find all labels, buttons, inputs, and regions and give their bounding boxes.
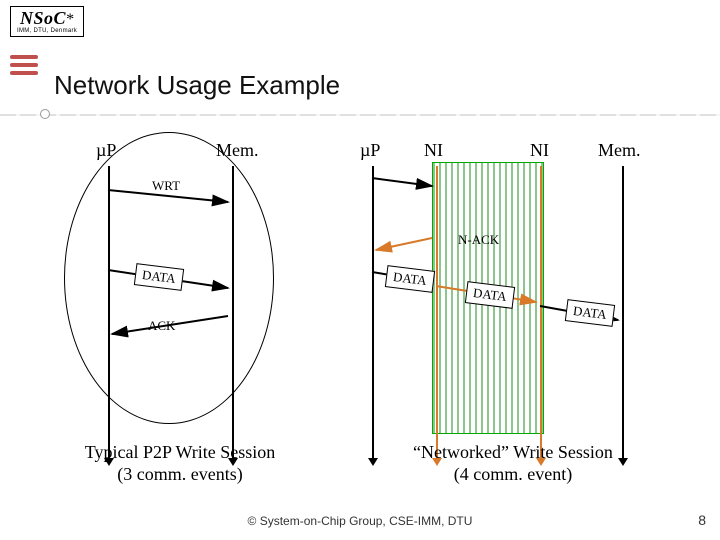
title-rule	[0, 114, 720, 116]
footer-copyright: © System-on-Chip Group, CSE-IMM, DTU	[0, 514, 720, 528]
brand-logo: NSoC* IMM, DTU, Denmark	[10, 6, 84, 37]
caption-left-2: (3 comm. events)	[117, 464, 242, 484]
caption-left: Typical P2P Write Session (3 comm. event…	[70, 442, 290, 485]
msg-wrt: WRT	[152, 178, 180, 194]
page-title: Network Usage Example	[54, 70, 340, 101]
left-arrows	[60, 158, 280, 438]
brand-subtitle: IMM, DTU, Denmark	[17, 28, 77, 34]
caption-right-1: “Networked” Write Session	[413, 442, 613, 462]
diagram-stage: µP Mem. WRT DATA ACK µP NI NI Mem. N-ACK…	[0, 128, 720, 488]
msg-left-ack: ACK	[148, 318, 175, 334]
caption-right-2: (4 comm. event)	[454, 464, 572, 484]
caption-left-1: Typical P2P Write Session	[85, 442, 276, 462]
brand-main: NSoC	[20, 8, 66, 28]
page-number: 8	[698, 512, 706, 528]
msg-nack: N-ACK	[458, 232, 499, 248]
brand-star-icon: *	[66, 11, 74, 28]
title-rule-knob-icon	[40, 109, 50, 119]
decorative-bars-icon	[10, 55, 38, 79]
caption-right: “Networked” Write Session (4 comm. event…	[388, 442, 638, 485]
